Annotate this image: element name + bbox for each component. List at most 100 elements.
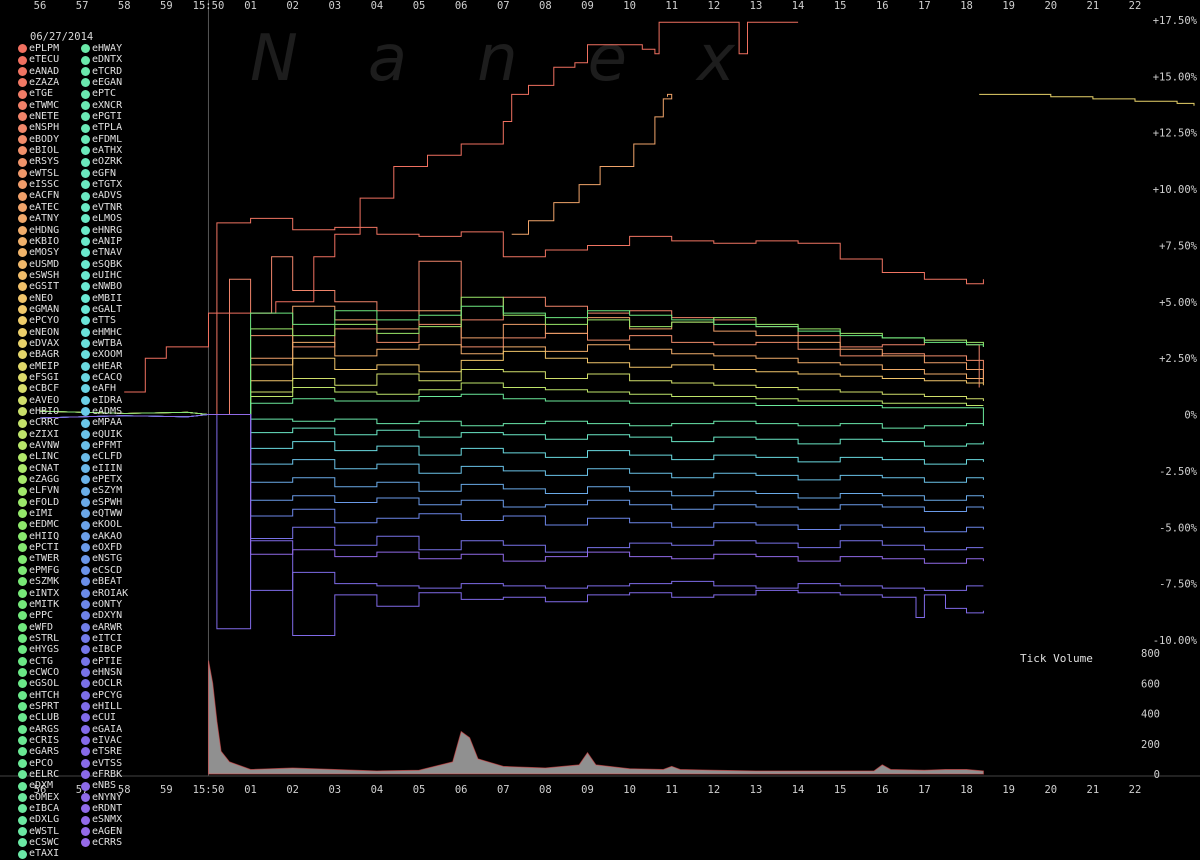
x-tick-label-top: 21 [1087,0,1100,12]
legend-item: eCTG [18,656,59,667]
legend-item: eTPLA [81,122,128,133]
legend-dot-icon [81,792,90,802]
legend-item: eOCLR [81,678,128,689]
legend-symbol: eCBCF [29,383,60,395]
legend-dot-icon [81,668,90,678]
legend-dot-icon [81,271,90,281]
legend-dot-icon [18,588,27,598]
legend-dot-icon [81,543,90,553]
legend-dot-icon [81,282,90,292]
y-tick-label: +2.50% [1159,353,1198,365]
legend-item: eMOSY [18,247,59,258]
legend-dot-icon [18,157,27,167]
legend-symbol: eKBIO [29,235,60,247]
legend-symbol: eTWER [29,553,60,565]
legend-symbol: eLINC [29,451,60,463]
x-tick-label-top: 06 [455,0,468,12]
legend-dot-icon [81,758,90,768]
legend-dot-icon [18,747,27,757]
legend-symbol: eSZMK [29,576,60,588]
legend-symbol: eDXYN [92,610,123,622]
legend-symbol: eNEON [29,326,60,338]
volume-tick-label: 800 [1141,648,1160,660]
x-tick-label-top: 07 [497,0,510,12]
legend-dot-icon [81,293,90,303]
legend-dot-icon [81,475,90,485]
legend-symbol: eSTRL [29,632,60,644]
legend-dot-icon [81,600,90,610]
legend-symbol: eIMI [29,508,54,520]
legend-symbol: eHMHC [92,326,123,338]
x-tick-label-top: 11 [665,0,678,12]
legend-dot-icon [18,112,27,122]
legend-dot-icon [18,89,27,99]
legend-item: eCLFD [81,451,128,462]
x-tick-label-top: 15:50 [193,0,225,12]
legend-symbol: eCRIS [29,734,60,746]
x-tick-label-bottom: 18 [960,784,973,796]
legend-dot-icon [81,577,90,587]
y-tick-label: +5.00% [1159,297,1198,309]
legend-symbol: eNSPH [29,122,60,134]
legend-symbol: eSNMX [92,814,123,826]
legend-symbol: eTCRD [92,65,123,77]
legend-symbol: ePTC [92,88,117,100]
legend-symbol: eTPLA [92,122,123,134]
legend-symbol: ePGTI [92,111,123,123]
legend-item: ePTIE [81,656,128,667]
legend-item: eCLUB [18,712,59,723]
legend-symbol: eDXLG [29,814,60,826]
tick-volume-fill [208,660,984,774]
legend-symbol: eKOOL [92,519,123,531]
legend-item: ePPC [18,610,59,621]
legend-dot-icon [18,577,27,587]
legend-dot-icon [18,804,27,814]
x-tick-label-top: 22 [1129,0,1142,12]
x-tick-label-top: 03 [328,0,341,12]
legend-dot-icon [81,486,90,496]
legend-item: ePCO [18,758,59,769]
legend-dot-icon [81,826,90,836]
legend-symbol: eWFD [29,621,54,633]
legend-item: eRDNT [81,803,128,814]
legend-item: eWSTL [18,826,59,837]
legend-item: eTGTX [81,179,128,190]
legend-dot-icon [81,259,90,269]
series-line-eSTRL [208,305,984,415]
legend-item: eMPAA [81,417,128,428]
legend-item: eVTNR [81,202,128,213]
legend-symbol: eGSIT [29,281,60,293]
y-tick-label: -10.00% [1153,635,1198,647]
legend-dot-icon [18,429,27,439]
legend-item: eCACQ [81,372,128,383]
legend-item: eLMOS [81,213,128,224]
legend-dot-icon [18,838,27,848]
legend-symbol: ePLPM [29,43,60,55]
legend-symbol: eITCI [92,632,123,644]
legend-dot-icon [18,475,27,485]
legend-dot-icon [81,554,90,564]
legend-dot-icon [81,180,90,190]
legend-item: eIMI [18,508,59,519]
legend-symbol: eCACQ [92,371,123,383]
legend-item: eTNAV [81,247,128,258]
legend-item: ePLPM [18,43,59,54]
legend-item: eDXYN [81,610,128,621]
legend-symbol: eGFN [92,167,117,179]
legend-item: ePTC [81,88,128,99]
legend-symbol: eTECU [29,54,60,66]
legend-dot-icon [81,66,90,76]
legend-item: ePCYG [81,690,128,701]
legend-symbol: eARGS [29,723,60,735]
legend-symbol: eCRRC [29,417,60,429]
legend-item: eACFN [18,190,59,201]
legend-symbol: eXOOM [92,349,123,361]
legend-dot-icon [18,282,27,292]
legend-item: eGSIT [18,281,59,292]
legend-symbol: eIBCP [92,644,123,656]
legend-item: eCNAT [18,463,59,474]
legend-dot-icon [81,690,90,700]
legend-dot-icon [18,724,27,734]
legend-item: eKBIO [18,236,59,247]
legend-item: eHNSN [81,667,128,678]
